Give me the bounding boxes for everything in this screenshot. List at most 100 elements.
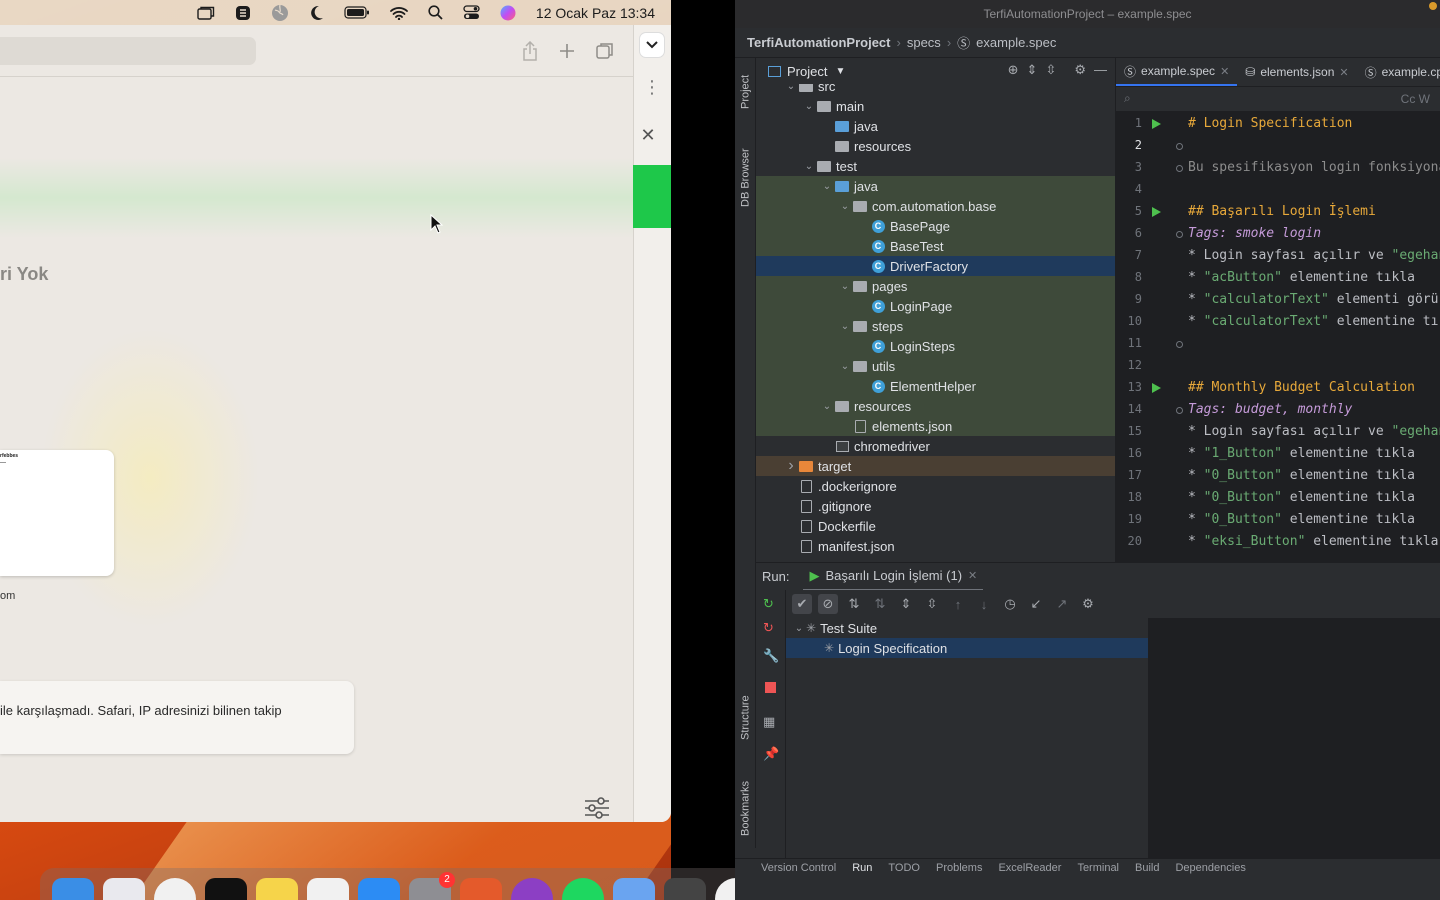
share-icon[interactable]: [518, 39, 542, 63]
globe-icon[interactable]: [271, 0, 289, 25]
arrow-down-icon[interactable]: ↓: [974, 594, 994, 614]
run-config-tab[interactable]: ▶ Başarılı Login İşlemi (1) ✕: [803, 563, 984, 591]
tree-item[interactable]: ⌄ main: [756, 96, 1115, 116]
layout-icon[interactable]: ▦: [763, 714, 779, 730]
export-icon[interactable]: ↗: [1052, 594, 1072, 614]
notes-icon[interactable]: [256, 878, 298, 900]
tree-item[interactable]: C BaseTest: [756, 236, 1115, 256]
tool-window-button[interactable]: Build: [1135, 862, 1159, 874]
chevron-down-icon[interactable]: ⌄: [784, 84, 798, 92]
tree-item[interactable]: ⌄ com.automation.base: [756, 196, 1115, 216]
calculator-icon[interactable]: [664, 878, 706, 900]
app-store-icon[interactable]: [358, 878, 400, 900]
tab-editor-file[interactable]: ⛁ elements.json ✕: [1237, 58, 1356, 86]
code-editor[interactable]: 1 # Login Specification 2 3 Bu spesifikasyon…: [1115, 112, 1440, 562]
fold-icon[interactable]: [1176, 143, 1183, 150]
chevron-down-icon[interactable]: ⌄: [820, 181, 834, 192]
close-icon[interactable]: ✕: [636, 125, 660, 149]
gear-icon[interactable]: ⚙: [1078, 594, 1098, 614]
search-options[interactable]: Cc W: [1401, 92, 1430, 106]
tree-item[interactable]: chromedriver: [756, 436, 1115, 456]
frequently-visited-thumbnail[interactable]: rfebbes: [0, 450, 114, 576]
run-gutter-icon[interactable]: [1152, 207, 1161, 217]
finder-icon[interactable]: [52, 878, 94, 900]
chevron-down-icon[interactable]: ⌄: [838, 201, 852, 212]
fold-icon[interactable]: [1176, 165, 1183, 172]
menubar-clock[interactable]: 12 Ocak Paz 13:34: [536, 0, 655, 25]
editor-search-bar[interactable]: ⌕ Cc W: [1115, 86, 1440, 112]
import-icon[interactable]: ↙: [1026, 594, 1046, 614]
tab-structure[interactable]: Structure: [735, 683, 756, 753]
customize-start-page-icon[interactable]: [582, 793, 612, 822]
tool-window-button[interactable]: ExcelReader: [998, 862, 1061, 874]
expand-all-icon[interactable]: ⇕: [1027, 62, 1038, 78]
chevron-down-icon[interactable]: ⌄: [802, 101, 816, 112]
pin-icon[interactable]: 📌: [763, 746, 779, 762]
show-passed-icon[interactable]: ✔: [792, 594, 812, 614]
tree-item[interactable]: .dockerignore: [756, 476, 1115, 496]
more-icon[interactable]: ⋮: [640, 77, 664, 101]
chevron-down-icon[interactable]: ⌄: [792, 623, 806, 634]
privacy-report-card[interactable]: ile karşılaşmadı. Safari, IP adresinizi …: [0, 681, 354, 754]
tab-overview-icon[interactable]: [593, 39, 617, 63]
fold-icon[interactable]: [1176, 341, 1183, 348]
tree-item[interactable]: ⌄ pages: [756, 276, 1115, 296]
tab-bookmarks[interactable]: Bookmarks: [735, 768, 756, 848]
tree-item[interactable]: java: [756, 116, 1115, 136]
tree-item[interactable]: ⌄ java: [756, 176, 1115, 196]
rerun-failed-icon[interactable]: ↻: [763, 620, 779, 636]
wifi-icon[interactable]: [390, 0, 408, 25]
breadcrumb-folder[interactable]: specs: [907, 35, 941, 50]
address-bar[interactable]: [0, 37, 256, 65]
freeform-icon[interactable]: [307, 878, 349, 900]
chevron-down-icon[interactable]: ⌄: [838, 361, 852, 372]
notification-dot-icon[interactable]: [1429, 2, 1437, 10]
sort-alpha-icon[interactable]: ⇅: [844, 594, 864, 614]
tree-item[interactable]: Dockerfile: [756, 516, 1115, 536]
chevron-down-icon[interactable]: ⌄: [820, 401, 834, 412]
tab-editor-file[interactable]: Ⓢexample.spec ✕: [1116, 58, 1238, 86]
new-tab-icon[interactable]: [555, 39, 579, 63]
tab-project[interactable]: Project: [735, 64, 756, 120]
breadcrumb-project[interactable]: TerfiAutomationProject: [747, 35, 891, 50]
preview-icon[interactable]: [613, 878, 655, 900]
siri-icon[interactable]: [500, 0, 516, 25]
chevron-right-icon[interactable]: ›: [784, 457, 798, 475]
chrome-icon[interactable]: [154, 878, 196, 900]
run-console[interactable]: [1148, 618, 1440, 858]
tree-item[interactable]: .gitignore: [756, 496, 1115, 516]
close-icon[interactable]: ✕: [968, 569, 977, 582]
minimize-icon[interactable]: —: [1094, 62, 1107, 78]
control-center-icon[interactable]: [463, 0, 480, 25]
vpn-icon[interactable]: [235, 0, 251, 25]
launchpad-icon[interactable]: [103, 878, 145, 900]
moon-icon[interactable]: [309, 0, 324, 25]
gear-icon[interactable]: ⚙: [1074, 62, 1086, 78]
thumbnail-caption[interactable]: om: [0, 590, 15, 602]
tab-editor-file[interactable]: Ⓢexample.cp: [1357, 58, 1440, 86]
close-icon[interactable]: ✕: [1339, 66, 1348, 79]
run-gutter-icon[interactable]: [1152, 119, 1161, 129]
expand-all-icon[interactable]: ⇕: [896, 594, 916, 614]
chevron-down-icon[interactable]: ⌄: [838, 321, 852, 332]
test-tree-item[interactable]: ⌄ ✳ Test Suite: [786, 618, 1148, 638]
tree-item[interactable]: C DriverFactory: [756, 256, 1115, 276]
wrench-icon[interactable]: 🔧: [763, 648, 779, 664]
battery-icon[interactable]: [344, 0, 370, 25]
collapse-all-icon[interactable]: ⇳: [922, 594, 942, 614]
spotify-icon[interactable]: [562, 878, 604, 900]
tree-item[interactable]: resources: [756, 136, 1115, 156]
tool-window-button[interactable]: Version Control: [761, 862, 836, 874]
breadcrumb-file[interactable]: example.spec: [976, 35, 1056, 50]
test-tree-item[interactable]: ✳ Login Specification: [786, 638, 1148, 658]
tree-item[interactable]: ⌄ src: [756, 84, 1115, 96]
tool-window-button[interactable]: Dependencies: [1175, 862, 1245, 874]
tree-item[interactable]: C BasePage: [756, 216, 1115, 236]
tool-window-button[interactable]: TODO: [888, 862, 920, 874]
podcasts-icon[interactable]: [511, 878, 553, 900]
close-icon[interactable]: ✕: [1220, 65, 1229, 78]
tree-item[interactable]: › target: [756, 456, 1115, 476]
spotlight-search-icon[interactable]: [428, 0, 443, 25]
intellij-icon[interactable]: [205, 878, 247, 900]
chevron-down-icon[interactable]: ⌄: [838, 281, 852, 292]
